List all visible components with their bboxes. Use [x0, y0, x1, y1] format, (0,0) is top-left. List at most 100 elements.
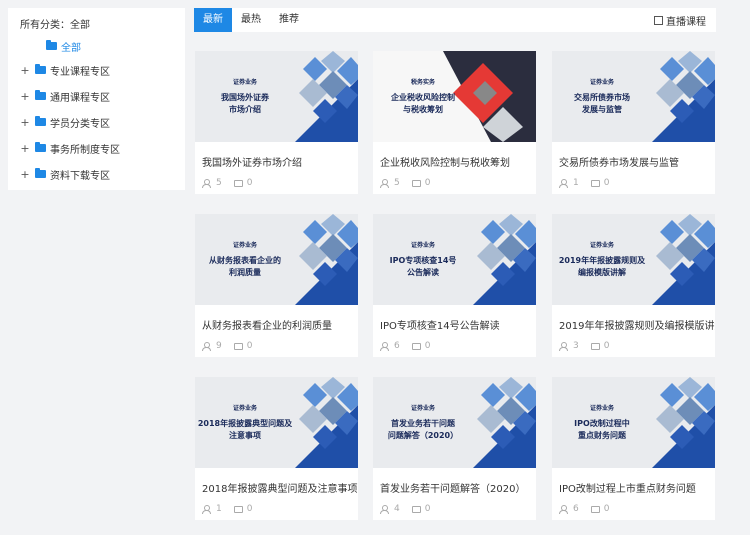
course-meta: 1 0 [552, 169, 715, 188]
comment-icon [590, 342, 600, 350]
cover-text: 证券业务 交易所债券市场 发展与监管 [552, 51, 652, 142]
comments-count: 0 [590, 178, 610, 188]
users-icon [559, 504, 570, 514]
course-card[interactable]: 证券业务 我国场外证券 市场介绍 我国场外证券市场介绍 5 0 [195, 51, 358, 194]
cover-text: 证券业务 IPO专项核查14号 公告解读 [373, 214, 473, 305]
comment-icon [590, 179, 600, 187]
comments-value: 0 [603, 178, 610, 188]
comments-count: 0 [411, 178, 431, 188]
course-title[interactable]: 2019年年报披露规则及编报模版讲解 [552, 305, 715, 332]
course-title[interactable]: 我国场外证券市场介绍 [195, 142, 358, 169]
live-course-checkbox[interactable] [654, 15, 663, 25]
course-title[interactable]: IPO专项核查14号公告解读 [373, 305, 536, 332]
course-title[interactable]: 企业税收风险控制与税收筹划 [373, 142, 536, 169]
course-cover[interactable]: 证券业务 IPO改制过程中 重点财务问题 [552, 377, 715, 468]
course-meta: 4 0 [373, 495, 536, 514]
comment-icon [233, 342, 243, 350]
comments-count: 0 [411, 341, 431, 351]
cover-line-1: 我国场外证券 [221, 93, 269, 102]
learners-count: 9 [202, 341, 222, 351]
cover-tag: 证券业务 [410, 405, 435, 412]
comment-icon [411, 505, 421, 513]
live-course-filter[interactable]: 直播课程 [654, 13, 706, 28]
tab-recommended[interactable]: 推荐 [270, 8, 308, 32]
cover-line-2: 编报模版讲解 [578, 268, 626, 277]
cover-line-1: IPO改制过程中 [574, 419, 630, 428]
expand-plus-icon[interactable]: + [20, 116, 30, 129]
cover-line-2: 与税收筹划 [403, 105, 443, 114]
course-card[interactable]: 证券业务 从财务报表看企业的 利润质量 从财务报表看企业的利润质量 9 0 [195, 214, 358, 357]
cover-tag: 证券业务 [589, 242, 614, 249]
tab-hottest[interactable]: 最热 [232, 8, 270, 32]
cover-line-1: IPO专项核查14号 [389, 256, 457, 265]
course-card[interactable]: 证券业务 交易所债券市场 发展与监管 交易所债券市场发展与监管 1 0 [552, 51, 715, 194]
learners-value: 6 [394, 341, 400, 351]
course-cover[interactable]: 证券业务 2019年年报披露规则及 编报模版讲解 [552, 214, 715, 305]
tree-node-professional[interactable]: + 专业课程专区 [20, 57, 185, 83]
tree-node-downloads[interactable]: + 资料下载专区 [20, 161, 185, 187]
course-cover[interactable]: 证券业务 从财务报表看企业的 利润质量 [195, 214, 358, 305]
expand-plus-icon[interactable]: + [20, 64, 30, 77]
comments-count: 0 [590, 504, 609, 514]
comments-value: 0 [424, 178, 431, 188]
course-card[interactable]: 证券业务 2019年年报披露规则及 编报模版讲解 2019年年报披露规则及编报模… [552, 214, 715, 357]
cover-line-1: 交易所债券市场 [574, 93, 630, 102]
tab-latest[interactable]: 最新 [194, 8, 232, 32]
course-card[interactable]: 证券业务 IPO专项核查14号 公告解读 IPO专项核查14号公告解读 6 0 [373, 214, 536, 357]
comments-value: 0 [424, 341, 431, 351]
cover-tag: 证券业务 [589, 79, 614, 86]
course-cover[interactable]: 证券业务 2018年报披露典型问题及 注意事项 [195, 377, 358, 468]
learners-count: 3 [559, 341, 579, 351]
expand-plus-icon[interactable]: + [20, 142, 30, 155]
course-cover[interactable]: 证券业务 IPO专项核查14号 公告解读 [373, 214, 536, 305]
live-course-label: 直播课程 [666, 16, 706, 28]
course-meta: 9 0 [195, 332, 358, 351]
comments-value: 0 [246, 504, 253, 514]
comments-value: 0 [603, 341, 610, 351]
cover-tag: 证券业务 [232, 79, 257, 86]
cover-tag: 证券业务 [410, 242, 435, 249]
comments-count: 0 [233, 504, 253, 514]
cover-line-2: 公告解读 [407, 268, 439, 277]
course-card[interactable]: 证券业务 2018年报披露典型问题及 注意事项 2018年报披露典型问题及注意事… [195, 377, 358, 520]
course-cover[interactable]: 证券业务 交易所债券市场 发展与监管 [552, 51, 715, 142]
tree-node-policy[interactable]: + 事务所制度专区 [20, 135, 185, 161]
tree-node-general[interactable]: + 通用课程专区 [20, 83, 185, 109]
learners-count: 1 [202, 504, 222, 514]
course-cover[interactable]: 证券业务 我国场外证券 市场介绍 [195, 51, 358, 142]
learners-count: 4 [380, 504, 400, 514]
tree-node-student[interactable]: + 学员分类专区 [20, 109, 185, 135]
course-card[interactable]: 证券业务 IPO改制过程中 重点财务问题 IPO改制过程上市重点财务问题 6 0 [552, 377, 715, 520]
learners-count: 6 [559, 504, 579, 514]
cover-text: 证券业务 2019年年报披露规则及 编报模版讲解 [552, 214, 652, 305]
course-title[interactable]: 首发业务若干问题解答（2020） [373, 468, 536, 495]
cover-line-1: 从财务报表看企业的 [209, 256, 281, 265]
tree-node-label: 通用课程专区 [50, 92, 110, 104]
expand-plus-icon[interactable]: + [20, 168, 30, 181]
tree-node-label: 专业课程专区 [50, 66, 110, 78]
course-title[interactable]: 2018年报披露典型问题及注意事项 [195, 468, 358, 495]
course-title[interactable]: 从财务报表看企业的利润质量 [195, 305, 358, 332]
cover-line-1: 2018年报披露典型问题及 [197, 419, 293, 428]
course-cover[interactable]: 证券业务 首发业务若干问题 问题解答（2020） [373, 377, 536, 468]
users-icon [380, 178, 391, 188]
course-title[interactable]: 交易所债券市场发展与监管 [552, 142, 715, 169]
tree-node-label: 全部 [61, 42, 81, 54]
comments-value: 0 [424, 504, 431, 514]
learners-value: 3 [573, 341, 579, 351]
course-card[interactable]: 证券业务 首发业务若干问题 问题解答（2020） 首发业务若干问题解答（2020… [373, 377, 536, 520]
learners-value: 5 [394, 178, 400, 188]
course-meta: 5 0 [195, 169, 358, 188]
cover-line-1: 首发业务若干问题 [391, 419, 455, 428]
comments-value: 0 [246, 341, 253, 351]
expand-plus-icon[interactable]: + [20, 90, 30, 103]
course-cover[interactable]: 税务实务 企业税收风险控制 与税收筹划 [373, 51, 536, 142]
tree-node-all[interactable]: 全部 [20, 37, 185, 55]
course-title[interactable]: IPO改制过程上市重点财务问题 [552, 468, 715, 495]
cover-line-2: 市场介绍 [229, 105, 261, 114]
course-card[interactable]: 税务实务 企业税收风险控制 与税收筹划 企业税收风险控制与税收筹划 5 0 [373, 51, 536, 194]
comments-value: 0 [246, 178, 253, 188]
cover-text: 证券业务 我国场外证券 市场介绍 [195, 51, 295, 142]
cover-line-2: 利润质量 [229, 268, 261, 277]
learners-value: 1 [216, 504, 222, 514]
